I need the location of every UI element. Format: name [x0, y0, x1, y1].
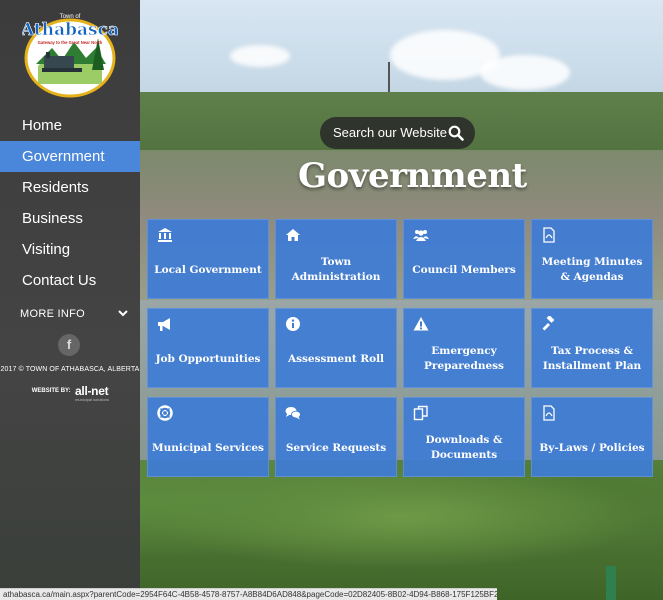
tile-meeting-minutes-agendas[interactable]: Meeting Minutes & Agendas: [531, 219, 653, 299]
chevron-down-icon: [118, 302, 128, 334]
pdf-icon: [543, 227, 555, 243]
more-info-toggle[interactable]: MORE INFO: [0, 302, 140, 326]
tile-job-opportunities[interactable]: Job Opportunities: [147, 308, 269, 388]
info-icon: [286, 317, 300, 331]
main-nav: Home Government Residents Business Visit…: [0, 110, 140, 296]
tile-label: Local Government: [154, 263, 262, 276]
website-credit[interactable]: WEBSITE BY: all-net municipal solutions: [0, 382, 140, 402]
users-icon: [413, 230, 429, 241]
tile-municipal-services[interactable]: Municipal Services: [147, 397, 269, 477]
tile-downloads-documents[interactable]: Downloads & Documents: [403, 397, 525, 477]
logo-name: Athabasca: [22, 20, 118, 40]
chat-icon: [285, 407, 301, 420]
tile-assessment-roll[interactable]: Assessment Roll: [275, 308, 397, 388]
tile-town-administration[interactable]: Town Administration: [275, 219, 397, 299]
tile-label: Downloads & Documents: [425, 434, 503, 461]
pdf-icon: [543, 405, 555, 421]
tile-label: Meeting Minutes & Agendas: [541, 256, 643, 283]
tile-by-laws-policies[interactable]: By-Laws / Policies: [531, 397, 653, 477]
nav-item-contact-us[interactable]: Contact Us: [0, 265, 140, 296]
copy-icon: [413, 405, 428, 421]
lifering-icon: [157, 405, 173, 421]
search-icon: [448, 125, 464, 141]
logo-tagline: Gateway to the Great Near North: [38, 40, 103, 45]
green-post: [606, 566, 616, 600]
tile-local-government[interactable]: Local Government: [147, 219, 269, 299]
nav-item-residents[interactable]: Residents: [0, 172, 140, 203]
bank-icon: [158, 228, 172, 242]
nav-item-visiting[interactable]: Visiting: [0, 234, 140, 265]
facebook-glyph: f: [66, 337, 72, 352]
website-by-label: WEBSITE BY:: [31, 387, 71, 394]
search-label: Search our Website: [333, 125, 447, 140]
vendor-subtitle: municipal solutions: [75, 397, 109, 402]
tile-service-requests[interactable]: Service Requests: [275, 397, 397, 477]
tile-label: Emergency Preparedness: [424, 345, 504, 372]
cloud: [230, 45, 290, 67]
tile-label: Assessment Roll: [287, 352, 385, 365]
page-title: Government: [298, 156, 527, 196]
tile-label: Council Members: [412, 263, 516, 276]
nav-item-government[interactable]: Government: [0, 141, 140, 172]
tile-label: Service Requests: [285, 441, 387, 454]
gavel-icon: [542, 316, 555, 331]
facebook-icon[interactable]: f: [58, 334, 80, 356]
copyright-text: 2017 © TOWN OF ATHABASCA, ALBERTA: [0, 366, 140, 373]
more-info-label: MORE INFO: [20, 308, 86, 320]
cloud: [480, 55, 570, 90]
tile-tax-process-installment-plan[interactable]: Tax Process & Installment Plan: [531, 308, 653, 388]
browser-status-bar: athabasca.ca/main.aspx?parentCode=2954F6…: [0, 588, 497, 600]
nav-item-business[interactable]: Business: [0, 203, 140, 234]
warning-icon: [413, 317, 429, 331]
tile-label: Town Administration: [291, 256, 381, 283]
tile-label: By-Laws / Policies: [539, 441, 645, 454]
search-button[interactable]: Search our Website: [320, 117, 475, 149]
bullhorn-icon: [158, 318, 170, 331]
tile-label: Job Opportunities: [155, 352, 261, 365]
vendor-logo: all-net: [75, 383, 109, 398]
home-icon: [286, 229, 300, 241]
nav-item-home[interactable]: Home: [0, 110, 140, 141]
tile-label: Tax Process & Installment Plan: [542, 345, 642, 372]
tile-emergency-preparedness[interactable]: Emergency Preparedness: [403, 308, 525, 388]
sidebar: Town of Athabasca Gateway to the Great N…: [0, 0, 140, 600]
town-logo[interactable]: Town of Athabasca Gateway to the Great N…: [22, 8, 118, 98]
tile-council-members[interactable]: Council Members: [403, 219, 525, 299]
tile-label: Municipal Services: [152, 441, 264, 454]
